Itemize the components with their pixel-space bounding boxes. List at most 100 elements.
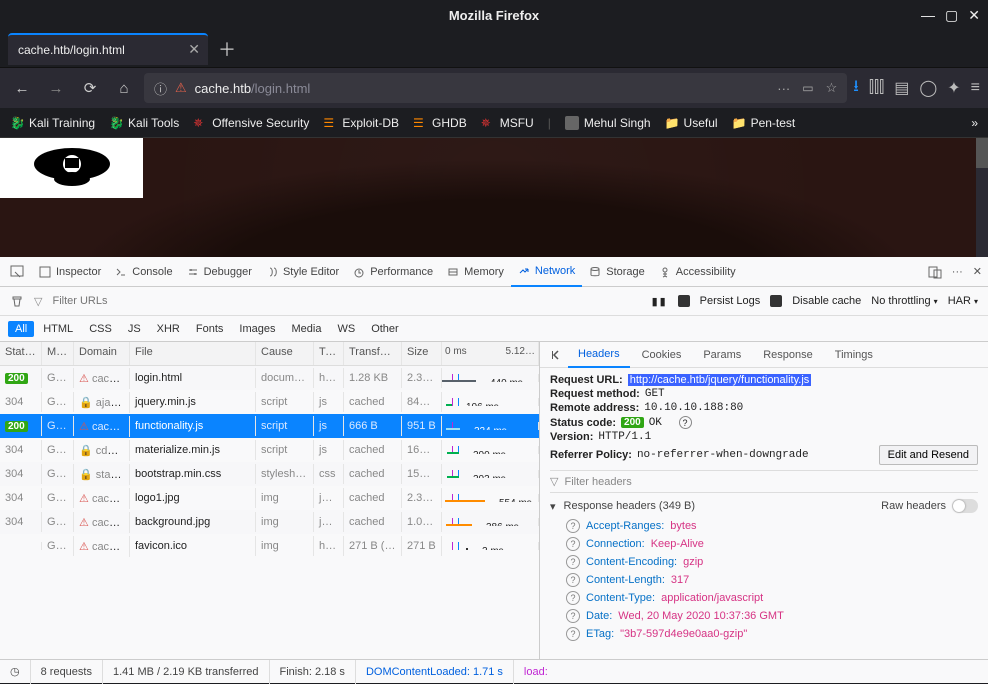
detail-tab-headers[interactable]: Headers xyxy=(568,342,630,368)
filter-type-js[interactable]: JS xyxy=(121,321,148,337)
filter-type-css[interactable]: CSS xyxy=(82,321,119,337)
column-header[interactable]: Domain xyxy=(74,342,130,365)
throttling-select[interactable]: No throttling ▾ xyxy=(871,295,937,307)
filter-type-ws[interactable]: WS xyxy=(330,321,362,337)
responsive-mode-icon[interactable] xyxy=(928,265,942,279)
column-header[interactable]: Ty… xyxy=(314,342,344,365)
help-icon[interactable]: ? xyxy=(566,519,580,533)
bookmark-kali-training[interactable]: 🐉Kali Training xyxy=(10,116,95,130)
bookmarks-overflow-icon[interactable]: » xyxy=(971,116,978,130)
devtools-tab-console[interactable]: Console xyxy=(108,257,179,287)
browser-tab[interactable]: cache.htb/login.html ✕ xyxy=(8,33,208,65)
pause-icon[interactable]: ▮▮ xyxy=(652,295,668,308)
filter-type-images[interactable]: Images xyxy=(232,321,282,337)
devtools-tab-inspector[interactable]: Inspector xyxy=(32,257,108,287)
request-row[interactable]: 304GET⚠ cach…background.jpgimgjpegcached… xyxy=(0,510,539,534)
url-bar[interactable]: ⓘ ⚠ cache.htb/login.html ··· ▭ ☆ xyxy=(144,73,847,103)
column-header[interactable]: Status xyxy=(0,342,42,365)
filter-type-all[interactable]: All xyxy=(8,321,34,337)
status-help-icon[interactable]: ? xyxy=(679,416,692,429)
new-tab-button[interactable]: ＋ xyxy=(218,36,236,62)
detail-tab-cookies[interactable]: Cookies xyxy=(632,342,692,368)
request-row[interactable]: 200GET⚠ cach…functionality.jsscriptjs666… xyxy=(0,414,539,438)
raw-headers-toggle[interactable] xyxy=(952,499,978,513)
tab-close-icon[interactable]: ✕ xyxy=(188,41,200,58)
help-icon[interactable]: ? xyxy=(566,537,580,551)
filter-icon[interactable]: ▽ xyxy=(34,295,42,308)
bookmark-offensive-security[interactable]: ✵Offensive Security xyxy=(193,116,309,130)
filter-headers-label[interactable]: Filter headers xyxy=(564,476,631,488)
library-icon[interactable]: ⫿⫿⫿ xyxy=(869,79,884,97)
content-scrollbar[interactable] xyxy=(976,138,988,257)
har-menu[interactable]: HAR ▾ xyxy=(948,295,978,307)
filter-urls-input[interactable] xyxy=(52,295,194,307)
bookmark-star-icon[interactable]: ☆ xyxy=(826,80,838,96)
details-back-icon[interactable] xyxy=(546,349,566,361)
bookmark-ghdb[interactable]: ☰GHDB xyxy=(413,116,467,130)
maximize-icon[interactable]: ▢ xyxy=(945,7,958,24)
column-header[interactable]: M… xyxy=(42,342,74,365)
request-row[interactable]: 304GET🔒 ajax…jquery.min.jsscriptjscached… xyxy=(0,390,539,414)
devtools-menu-icon[interactable]: ··· xyxy=(952,266,963,278)
bookmark-useful[interactable]: 📁Useful xyxy=(665,116,718,130)
help-icon[interactable]: ? xyxy=(566,627,580,641)
detail-tab-params[interactable]: Params xyxy=(693,342,751,368)
timing-icon[interactable]: ◷ xyxy=(10,665,20,678)
back-button[interactable]: ← xyxy=(8,74,36,102)
request-url-value[interactable]: http://cache.htb/jquery/functionality.js xyxy=(628,374,812,386)
request-row[interactable]: GET⚠ cach…favicon.icoimghtml271 B (rac…2… xyxy=(0,534,539,558)
help-icon[interactable]: ? xyxy=(566,573,580,587)
ext-icon[interactable]: ✦ xyxy=(947,78,960,98)
bookmark-kali-tools[interactable]: 🐉Kali Tools xyxy=(109,116,179,130)
reload-button[interactable]: ⟳ xyxy=(76,74,104,102)
menu-icon[interactable]: ≡ xyxy=(971,79,980,97)
request-row[interactable]: 200GET⚠ cach…login.htmldocumenthtml1.28 … xyxy=(0,366,539,390)
filter-type-other[interactable]: Other xyxy=(364,321,406,337)
help-icon[interactable]: ? xyxy=(566,609,580,623)
account-icon[interactable]: ◯ xyxy=(919,78,937,98)
devtools-tab-debugger[interactable]: Debugger xyxy=(180,257,259,287)
bookmark-pen-test[interactable]: 📁Pen-test xyxy=(732,116,796,130)
page-actions-icon[interactable]: ··· xyxy=(777,81,790,96)
scrollbar-thumb[interactable] xyxy=(976,138,988,168)
column-header[interactable]: Size xyxy=(402,342,442,365)
downloads-icon[interactable]: ⭳ xyxy=(853,75,859,102)
filter-icon[interactable]: ▽ xyxy=(550,475,558,488)
devtools-tab-performance[interactable]: Performance xyxy=(346,257,440,287)
devtools-tab-style-editor[interactable]: Style Editor xyxy=(259,257,346,287)
clear-icon[interactable] xyxy=(10,294,24,308)
twisty-icon[interactable]: ▾ xyxy=(550,500,556,513)
reader-mode-icon[interactable]: ▭ xyxy=(802,81,813,95)
filter-type-fonts[interactable]: Fonts xyxy=(189,321,231,337)
column-header[interactable]: Cause xyxy=(256,342,314,365)
sidebar-icon[interactable]: ▤ xyxy=(894,78,909,98)
help-icon[interactable]: ? xyxy=(566,591,580,605)
devtools-close-icon[interactable]: ✕ xyxy=(973,265,982,278)
detail-tab-response[interactable]: Response xyxy=(753,342,823,368)
response-headers-section[interactable]: ▾ Response headers (349 B) Raw headers xyxy=(550,495,978,517)
forward-button[interactable]: → xyxy=(42,74,70,102)
devtools-tab-storage[interactable]: Storage xyxy=(582,257,652,287)
home-button[interactable]: ⌂ xyxy=(110,74,138,102)
request-row[interactable]: 304GET⚠ cach…logo1.jpgimgjpegcached2.3…5… xyxy=(0,486,539,510)
help-icon[interactable]: ? xyxy=(566,555,580,569)
bookmark-msfu[interactable]: ✵MSFU xyxy=(481,116,534,130)
filter-type-html[interactable]: HTML xyxy=(36,321,80,337)
persist-logs-checkbox[interactable] xyxy=(678,295,690,307)
devtools-tab-accessibility[interactable]: Accessibility xyxy=(652,257,743,287)
column-header[interactable]: File xyxy=(130,342,256,365)
request-row[interactable]: 304GET🔒 cdnjs…materialize.min.jsscriptjs… xyxy=(0,438,539,462)
detail-tab-timings[interactable]: Timings xyxy=(825,342,883,368)
bookmark-mehul-singh[interactable]: Mehul Singh xyxy=(565,116,651,130)
edit-resend-button[interactable]: Edit and Resend xyxy=(879,445,978,465)
devtools-tab-network[interactable]: Network xyxy=(511,257,582,287)
site-info-icon[interactable]: ⓘ xyxy=(154,79,167,98)
request-row[interactable]: 304GET🔒 stack…bootstrap.min.cssstyleshee… xyxy=(0,462,539,486)
filter-type-media[interactable]: Media xyxy=(284,321,328,337)
filter-type-xhr[interactable]: XHR xyxy=(150,321,187,337)
element-picker-icon[interactable] xyxy=(6,265,28,279)
minimize-icon[interactable]: — xyxy=(921,7,935,24)
column-header[interactable]: Transfe… xyxy=(344,342,402,365)
disable-cache-checkbox[interactable] xyxy=(770,295,782,307)
bookmark-exploit-db[interactable]: ☰Exploit-DB xyxy=(323,116,399,130)
